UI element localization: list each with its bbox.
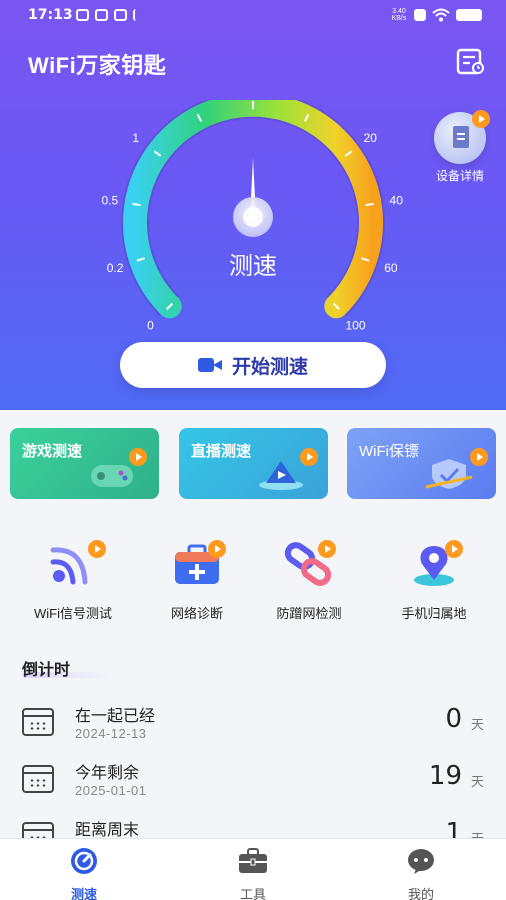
tool-phone-location[interactable]: 手机归属地 — [371, 540, 497, 622]
card-label: 直播测速 — [191, 443, 252, 460]
gauge-tick-label: 1 — [132, 131, 139, 145]
hero-panel: 17:13 3.40 KB/s WiFi万家钥匙 设备详情 0 0.2 0.5 … — [0, 0, 506, 410]
countdown-date: 2024-12-13 — [75, 726, 147, 741]
live-stream-icon — [259, 461, 303, 490]
gauge-tick-label: 100 — [346, 319, 366, 333]
tool-wifi-signal[interactable]: WiFi信号测试 — [10, 540, 136, 622]
countdown-row[interactable]: 今年剩余 2025-01-01 19 天 — [0, 751, 506, 811]
play-badge-icon — [318, 540, 336, 558]
notification-icon — [95, 9, 108, 21]
speedometer-icon — [71, 848, 97, 874]
main-content: 游戏测速 直播测速 WiFi保镖 WiFi信号测试 网络诊断 防蹭网检测 手机归… — [0, 410, 506, 850]
bottom-tab-bar: 测速 工具 我的 — [0, 838, 506, 900]
gauge-tick-label: 0.2 — [107, 261, 124, 275]
countdown-name: 今年剩余 — [75, 765, 140, 782]
tab-tools[interactable]: 工具 — [203, 847, 303, 900]
gauge-tick-label: 40 — [390, 193, 404, 207]
speed-gauge: 00.20.512510204060100 测速 — [101, 100, 404, 333]
history-record-icon[interactable] — [456, 48, 486, 76]
status-time: 17:13 — [28, 7, 73, 23]
tool-label: 网络诊断 — [170, 606, 223, 621]
countdown-date: 2025-01-01 — [75, 783, 147, 798]
tool-network-diagnosis[interactable]: 网络诊断 — [134, 540, 260, 622]
card-live-speedtest[interactable]: 直播测速 — [179, 428, 328, 499]
countdown-unit: 天 — [470, 774, 484, 789]
notification-icon — [76, 9, 89, 21]
countdown-unit: 天 — [470, 717, 484, 732]
play-badge-icon — [445, 540, 463, 558]
toolbox-icon — [239, 848, 267, 873]
tab-label: 测速 — [70, 887, 97, 900]
wifi-status-icon — [432, 8, 450, 22]
gauge-tick-label: 0.5 — [101, 193, 118, 207]
countdown-value: 0 — [445, 704, 462, 734]
tool-label: 手机归属地 — [401, 606, 467, 621]
play-badge-icon — [208, 540, 226, 558]
chat-bubble-icon — [408, 849, 434, 874]
card-label: 游戏测速 — [22, 443, 83, 460]
net-speed: 3.40 KB/s — [391, 8, 407, 22]
gauge-tick-label: 0 — [147, 319, 154, 333]
tool-label: WiFi信号测试 — [34, 606, 112, 621]
usb-icon — [133, 9, 141, 21]
tool-anti-freeload[interactable]: 防蹭网检测 — [246, 540, 372, 622]
nfc-icon — [414, 9, 426, 21]
app-title: WiFi万家钥匙 — [28, 53, 167, 78]
tab-speedtest[interactable]: 测速 — [34, 847, 134, 900]
gauge-tick-label: 10 — [312, 100, 326, 101]
shield-icon — [425, 459, 473, 489]
gauge-tick-label: 60 — [384, 261, 398, 275]
tool-label: 防蹭网检测 — [276, 606, 342, 621]
play-badge-icon — [88, 540, 106, 558]
card-wifi-guard[interactable]: WiFi保镖 — [347, 428, 496, 499]
notification-icons — [76, 9, 141, 21]
gauge-tick — [365, 202, 374, 207]
video-camera-icon — [197, 357, 222, 373]
countdown-value: 19 — [428, 761, 462, 791]
start-speedtest-label: 开始测速 — [231, 356, 308, 378]
tab-label: 工具 — [239, 887, 266, 900]
gauge-tick-label: 2 — [184, 100, 191, 101]
card-label: WiFi保镖 — [359, 443, 419, 460]
countdown-name: 距离周末 — [75, 822, 140, 839]
calendar-icon — [22, 765, 54, 793]
card-game-speedtest[interactable]: 游戏测速 — [10, 428, 159, 499]
battery-icon — [456, 9, 482, 21]
countdown-row[interactable]: 在一起已经 2024-12-13 0 天 — [0, 694, 506, 754]
gauge-tick — [132, 202, 141, 207]
gauge-tick-label: 20 — [364, 131, 378, 145]
mail-icon — [114, 9, 127, 21]
calendar-icon — [22, 708, 54, 736]
status-bar: 17:13 3.40 KB/s — [0, 0, 506, 32]
play-badge-icon — [300, 448, 318, 466]
countdown-name: 在一起已经 — [75, 708, 156, 725]
tools-grid: WiFi信号测试 网络诊断 防蹭网检测 手机归属地 — [0, 540, 506, 626]
start-speedtest-button[interactable]: 开始测速 — [120, 342, 386, 388]
tab-label: 我的 — [407, 887, 434, 900]
play-badge-icon — [470, 448, 488, 466]
gauge-center-label: 测速 — [229, 253, 277, 280]
tab-mine[interactable]: 我的 — [371, 847, 471, 900]
play-badge-icon — [129, 448, 147, 466]
status-right: 3.40 KB/s — [390, 8, 482, 22]
countdown-title: 倒计时 — [22, 662, 71, 679]
